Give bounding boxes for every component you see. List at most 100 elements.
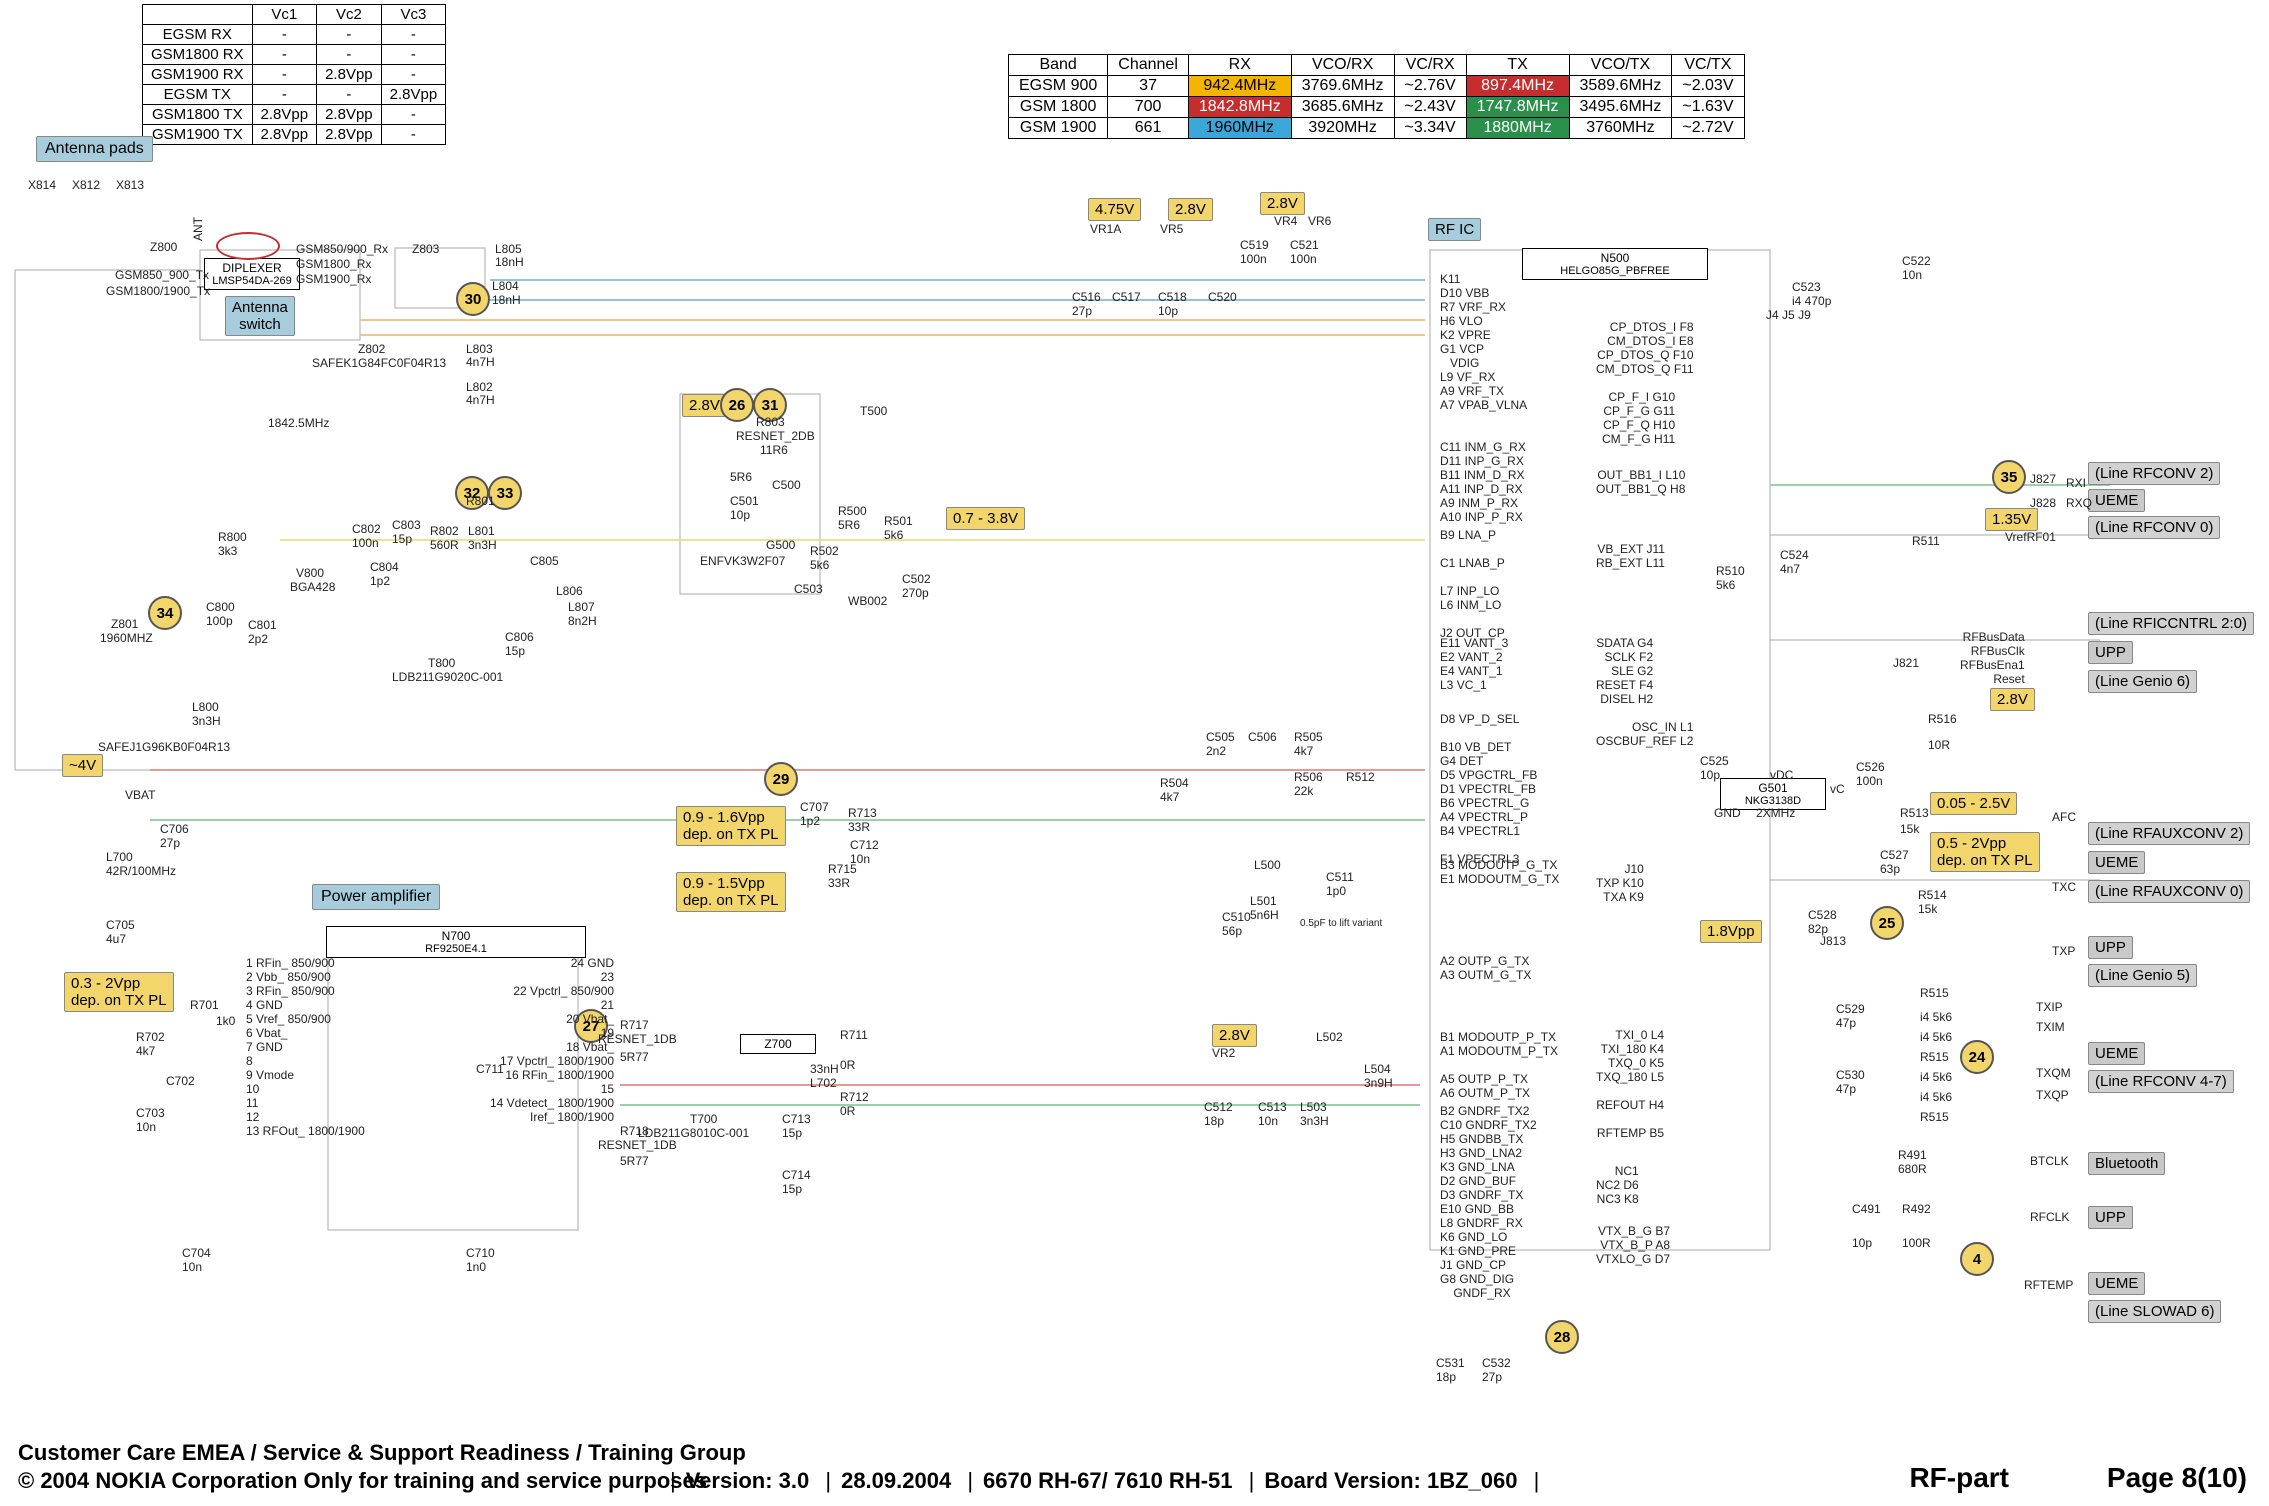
- lbl-c524v: 4n7: [1780, 562, 1800, 576]
- lbl-r802v: 560R: [430, 538, 459, 552]
- lbl-j4j5j9: J4 J5 J9: [1766, 308, 1811, 322]
- lbl-c531v: 18p: [1436, 1370, 1456, 1384]
- lbl-r702v: 4k7: [136, 1044, 155, 1058]
- n500-cpf-pins: CP_F_I G10 CP_F_G G11 CP_F_Q H10 CM_F_G …: [1602, 390, 1675, 446]
- lbl-c511v: 1p0: [1326, 884, 1346, 898]
- lbl-c518: C518: [1158, 290, 1187, 304]
- lbl-btclk: BTCLK: [2030, 1154, 2069, 1168]
- lbl-t700p: LDB211G8010C-001: [638, 1126, 749, 1140]
- antenna-pad-marker: [218, 234, 278, 258]
- lbl-r516v: 10R: [1928, 738, 1950, 752]
- v-475: 4.75V: [1088, 198, 1141, 221]
- lbl-r515v1: i4 5k6: [1920, 1010, 1952, 1024]
- lbl-xmhz: 2XMHz: [1756, 806, 1795, 820]
- lbl-l700v: 42R/100MHz: [106, 864, 176, 878]
- lbl-j821: J821: [1893, 656, 1919, 670]
- v-28a: 2.8V: [1168, 198, 1213, 221]
- lbl-r515b: R515: [1920, 1050, 1949, 1064]
- lbl-r513: R513: [1900, 806, 1929, 820]
- lbl-r492v: 100R: [1902, 1236, 1931, 1250]
- lbl-r491v: 680R: [1898, 1162, 1927, 1176]
- lbl-r800v: 3k3: [218, 544, 237, 558]
- footer-line1: Customer Care EMEA / Service & Support R…: [18, 1440, 746, 1466]
- node-24: 24: [1960, 1040, 1994, 1074]
- lbl-r515v4: i4 5k6: [1920, 1090, 1952, 1104]
- lbl-c803v: 15p: [392, 532, 412, 546]
- lbl-c511: C511: [1326, 870, 1354, 884]
- lbl-safej: SAFEJ1G96KB0F04R13: [98, 740, 230, 754]
- lbl-r802: R802: [430, 524, 459, 538]
- rfic-tag: RF IC: [1428, 218, 1481, 241]
- lbl-l801: L801: [468, 524, 495, 538]
- lbl-l804v: 18nH: [492, 293, 521, 307]
- lbl-r513v: 15k: [1900, 822, 1919, 836]
- v-05-2: 0.5 - 2Vpp dep. on TX PL: [1930, 832, 2040, 872]
- lbl-r803b: 11R6: [760, 443, 788, 457]
- node-4: 4: [1960, 1242, 1994, 1276]
- v-09-15: 0.9 - 1.5Vpp dep. on TX PL: [676, 872, 786, 912]
- v-005-25: 0.05 - 2.5V: [1930, 792, 2017, 815]
- lbl-z803: Z803: [412, 242, 439, 256]
- lbl-c520: C520: [1208, 290, 1237, 304]
- lbl-gsm1800-rx: GSM1800_Rx: [296, 257, 371, 271]
- n500-vtx-pins: VTX_B_G B7 VTX_B_P A8 VTXLO_G D7: [1596, 1224, 1670, 1266]
- lbl-l800v: 3n3H: [192, 714, 221, 728]
- lbl-c501: C501: [730, 494, 759, 508]
- v-28b: 2.8V: [1260, 192, 1305, 215]
- lbl-z802p: SAFEK1G84FC0F04R13: [312, 356, 446, 370]
- n700-right-pins: 24 GND23 22 Vpctrl_ 850/90021 20 Vbat_19…: [490, 956, 614, 1124]
- lbl-c523v: i4 470p: [1792, 294, 1831, 308]
- lbl-z802: Z802: [358, 342, 385, 356]
- lbl-z801hz: 1960MHZ: [100, 631, 153, 645]
- lbl-x812: X812: [72, 178, 100, 192]
- n500-modg-pins: B3 MODOUTP_G_TX E1 MODOUTM_G_TX: [1440, 858, 1559, 886]
- lbl-l800: L800: [192, 700, 219, 714]
- upp1: UPP: [2088, 641, 2133, 664]
- lbl-c713: C713: [782, 1112, 811, 1126]
- n500-txp-pins: J10 TXP K10 TXA K9: [1596, 862, 1644, 904]
- lbl-c523: C523: [1792, 280, 1821, 294]
- lbl-c505: C505: [1206, 730, 1235, 744]
- lbl-r506: R506: [1294, 770, 1323, 784]
- lbl-vr2: VR2: [1212, 1046, 1235, 1060]
- lbl-l803: L803: [466, 342, 493, 356]
- lbl-afc: AFC: [2052, 810, 2076, 824]
- lbl-r801: R801: [466, 494, 495, 508]
- lbl-r711v: 0R: [840, 1058, 855, 1072]
- lbl-c506: C506: [1248, 730, 1277, 744]
- lbl-c712v: 10n: [850, 852, 870, 866]
- lbl-l805: L805: [495, 242, 522, 256]
- line-rfconv0: (Line RFCONV 0): [2088, 516, 2220, 539]
- lbl-r717: R717: [620, 1018, 649, 1032]
- lbl-c513v: 10n: [1258, 1114, 1278, 1128]
- diplexer: DIPLEXERLMSP54DA-269: [204, 258, 300, 290]
- lbl-c527: C527: [1880, 848, 1909, 862]
- lbl-c521v: 100n: [1290, 252, 1317, 266]
- line-rficntrl: (Line RFICCNTRL 2:0): [2088, 612, 2254, 635]
- node-29: 29: [764, 762, 798, 796]
- n500-chip: N500HELGO85G_PBFREE: [1522, 248, 1708, 280]
- lbl-r502: R502: [810, 544, 839, 558]
- lbl-r515v2: i4 5k6: [1920, 1030, 1952, 1044]
- lbl-rxq: RXQ: [2066, 496, 2092, 510]
- lbl-r717v: 5R77: [620, 1050, 649, 1064]
- upp3: UPP: [2088, 1206, 2133, 1229]
- line-rfauxconv2: (Line RFAUXCONV 2): [2088, 822, 2250, 845]
- lbl-1842: 1842.5MHz: [268, 416, 329, 430]
- lbl-c510v: 56p: [1222, 924, 1242, 938]
- lbl-r505v: 4k7: [1294, 744, 1313, 758]
- lbl-t500: T500: [860, 404, 887, 418]
- lbl-r492: R492: [1902, 1202, 1931, 1216]
- n500-left-pins: K11 D10 VBB R7 VRF_RX H6 VLO K2 VPRE G1 …: [1440, 272, 1527, 412]
- lbl-l803v: 4n7H: [466, 355, 495, 369]
- line-rfconv2: (Line RFCONV 2): [2088, 462, 2220, 485]
- lbl-txip: TXIP: [2036, 1000, 2063, 1014]
- lbl-r511: R511: [1912, 534, 1940, 548]
- lbl-txim: TXIM: [2036, 1020, 2065, 1034]
- lbl-r711: R711: [840, 1028, 868, 1042]
- lbl-c703v: 10n: [136, 1120, 156, 1134]
- lbl-j828: J828: [2030, 496, 2056, 510]
- lbl-v800: V800: [296, 566, 324, 580]
- lbl-r510: R510: [1716, 564, 1745, 578]
- v-18pp: 1.8Vpp: [1700, 920, 1762, 943]
